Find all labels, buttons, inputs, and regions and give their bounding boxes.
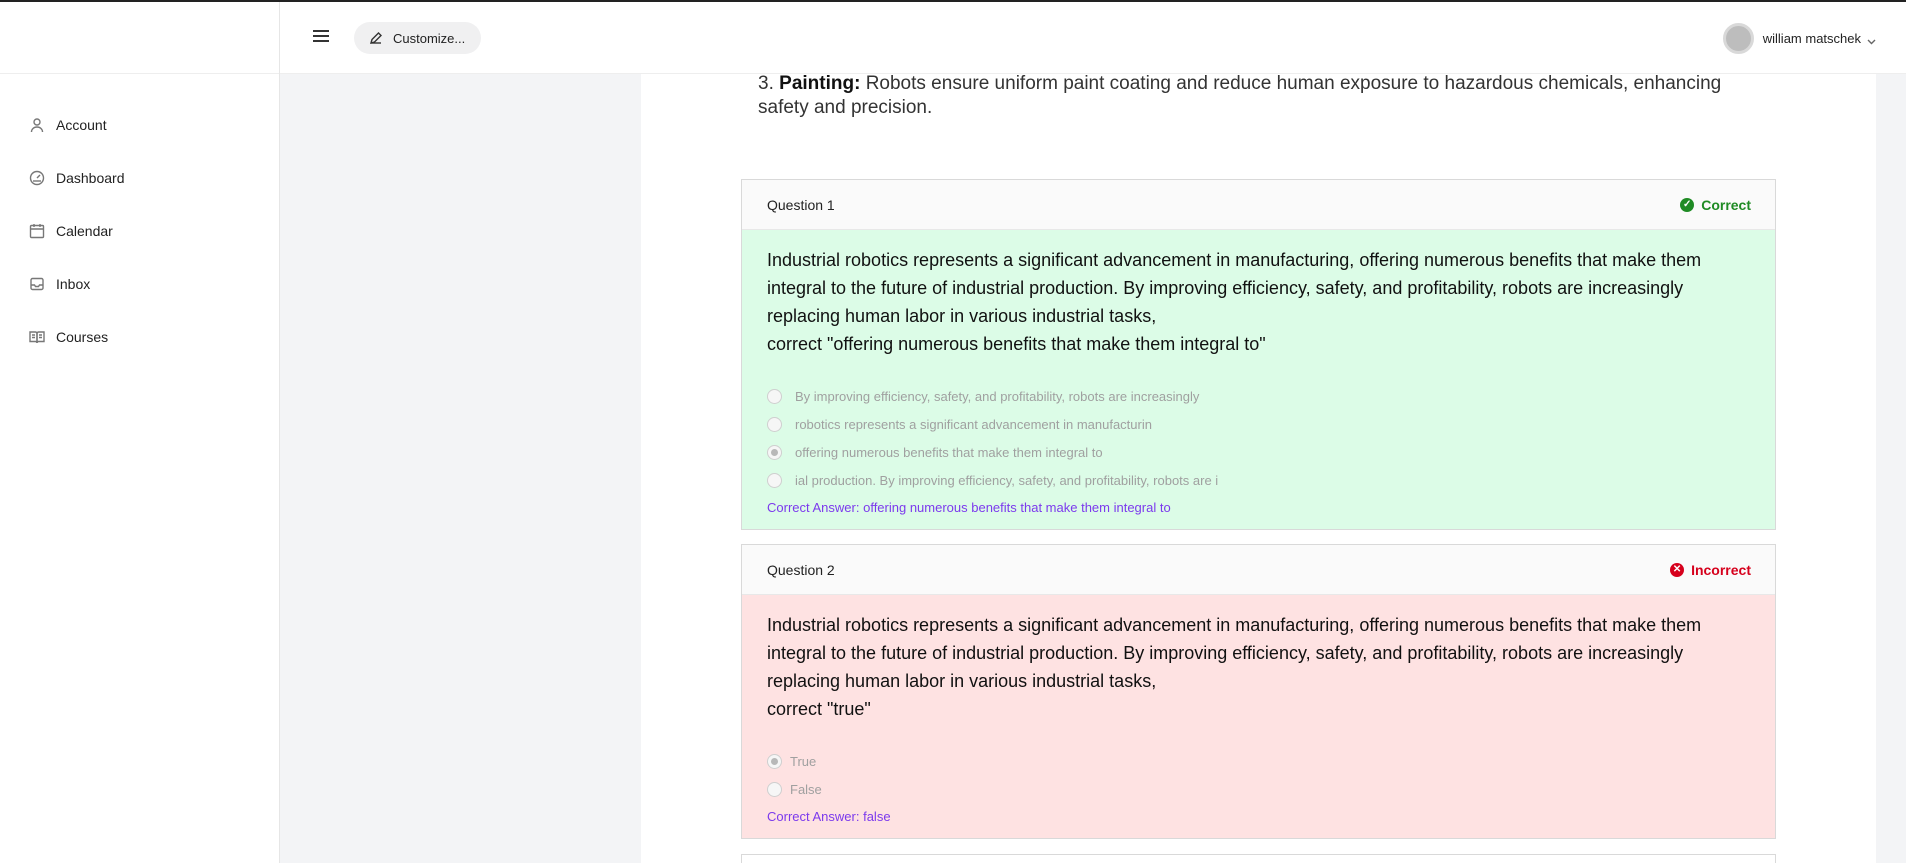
check-circle-icon: ✓	[1680, 197, 1695, 212]
radio-button[interactable]	[767, 388, 782, 404]
status-badge: ✕ Incorrect	[1670, 562, 1751, 578]
intro-list-item: 3. Painting: Robots ensure uniform paint…	[758, 74, 1758, 120]
question-body: Industrial robotics represents a signifi…	[742, 230, 1775, 529]
content-right-gutter	[1876, 74, 1906, 863]
avatar	[1722, 23, 1754, 54]
option-label: ial production. By improving efficiency,…	[795, 472, 1219, 488]
sidebar: Account Dashboard Calendar Inbox Courses	[0, 2, 280, 863]
x-circle-icon: ✕	[1670, 562, 1685, 577]
sidebar-item-calendar[interactable]: Calendar	[0, 204, 279, 257]
customize-label: Customize...	[393, 30, 466, 46]
question-card-3-partial	[741, 854, 1776, 863]
question-card-2: Question 2 ✕ Incorrect Industrial roboti…	[741, 544, 1776, 839]
customize-button[interactable]: Customize...	[354, 22, 482, 54]
option[interactable]: ial production. By improving efficiency,…	[767, 466, 1750, 494]
question-title: Question 1	[767, 196, 835, 213]
question-text: Industrial robotics represents a signifi…	[767, 246, 1727, 358]
question-passage: Industrial robotics represents a signifi…	[767, 250, 1702, 326]
question-text: Industrial robotics represents a signifi…	[767, 611, 1727, 723]
question-prompt: correct "true"	[767, 699, 871, 719]
intro-bold: Painting:	[779, 74, 861, 94]
question-header: Question 2 ✕ Incorrect	[742, 545, 1775, 595]
status-label: Correct	[1701, 196, 1751, 213]
sidebar-item-label: Inbox	[56, 275, 91, 292]
gauge-icon	[29, 170, 45, 186]
lesson-content: 3. Painting: Robots ensure uniform paint…	[641, 74, 1876, 863]
user-menu[interactable]: william matschek	[1722, 23, 1876, 54]
top-header: Customize... william matschek	[280, 2, 1906, 74]
options-list: By improving efficiency, safety, and pro…	[767, 382, 1750, 494]
sidebar-item-label: Calendar	[56, 222, 113, 239]
radio-button-selected[interactable]	[767, 444, 782, 460]
status-label: Incorrect	[1691, 561, 1751, 578]
sidebar-item-label: Courses	[56, 328, 109, 345]
sidebar-item-courses[interactable]: Courses	[0, 310, 279, 363]
intro-number: 3.	[758, 74, 774, 94]
question-prompt: correct "offering numerous benefits that…	[767, 334, 1266, 354]
options-list: True False	[767, 747, 1750, 803]
option[interactable]: robotics represents a significant advanc…	[767, 410, 1750, 438]
radio-button[interactable]	[767, 781, 782, 797]
sidebar-logo-area	[0, 2, 279, 74]
option[interactable]: By improving efficiency, safety, and pro…	[767, 382, 1750, 410]
question-title: Question 2	[767, 561, 835, 578]
option-label: offering numerous benefits that make the…	[795, 444, 1103, 460]
option[interactable]: False	[767, 775, 1750, 803]
sidebar-item-inbox[interactable]: Inbox	[0, 257, 279, 310]
sidebar-item-label: Account	[56, 116, 107, 133]
status-badge: ✓ Correct	[1680, 197, 1751, 213]
correct-answer: Correct Answer: false	[767, 809, 891, 824]
calendar-icon	[29, 223, 45, 239]
sidebar-item-account[interactable]: Account	[0, 98, 279, 151]
radio-button[interactable]	[767, 416, 782, 432]
hamburger-menu-icon[interactable]	[313, 30, 329, 44]
inbox-icon	[29, 276, 45, 292]
chevron-down-icon	[1867, 34, 1876, 45]
option[interactable]: offering numerous benefits that make the…	[767, 438, 1750, 466]
correct-answer: Correct Answer: offering numerous benefi…	[767, 500, 1171, 515]
question-body: Industrial robotics represents a signifi…	[742, 595, 1775, 838]
option-label: True	[790, 753, 817, 769]
pencil-icon	[369, 32, 382, 45]
option-label: By improving efficiency, safety, and pro…	[795, 388, 1200, 404]
radio-button[interactable]	[767, 472, 782, 488]
question-card-1: Question 1 ✓ Correct Industrial robotics…	[741, 179, 1776, 530]
content-left-gutter	[280, 74, 641, 863]
sidebar-item-label: Dashboard	[56, 169, 125, 186]
question-passage: Industrial robotics represents a signifi…	[767, 615, 1702, 691]
book-icon	[29, 329, 45, 345]
option-label: False	[790, 781, 822, 797]
question-header: Question 1 ✓ Correct	[742, 180, 1775, 230]
sidebar-nav: Account Dashboard Calendar Inbox Courses	[0, 74, 279, 363]
radio-button-selected[interactable]	[767, 753, 782, 769]
user-name: william matschek	[1762, 31, 1861, 46]
option[interactable]: True	[767, 747, 1750, 775]
intro-text: Robots ensure uniform paint coating and …	[758, 74, 1722, 118]
user-icon	[29, 117, 45, 133]
option-label: robotics represents a significant advanc…	[795, 416, 1152, 432]
sidebar-item-dashboard[interactable]: Dashboard	[0, 151, 279, 204]
